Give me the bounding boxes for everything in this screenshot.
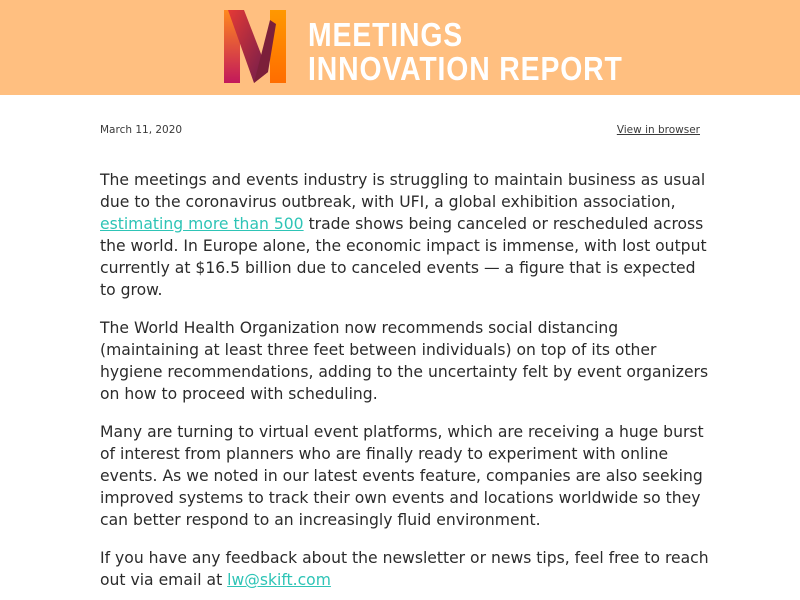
view-in-browser-link[interactable]: View in browser: [617, 124, 700, 136]
email-link[interactable]: lw@skift.com: [227, 571, 331, 589]
paragraph-4-text: If you have any feedback about the newsl…: [100, 549, 709, 589]
newsletter-date: March 11, 2020: [100, 124, 183, 136]
m-logo-icon: [224, 10, 286, 83]
logo-wordmark: MEETINGS INNOVATION REPORT: [308, 18, 674, 86]
paragraph-1-text-a: The meetings and events industry is stru…: [100, 171, 706, 211]
paragraph-4: If you have any feedback about the newsl…: [100, 547, 710, 591]
paragraph-1: The meetings and events industry is stru…: [100, 169, 710, 301]
estimating-link[interactable]: estimating more than 500: [100, 215, 304, 233]
newsletter-body: The meetings and events industry is stru…: [100, 169, 710, 600]
paragraph-3: Many are turning to virtual event platfo…: [100, 423, 704, 529]
header-banner: MEETINGS INNOVATION REPORT: [0, 0, 800, 95]
logo-line-meetings: MEETINGS: [308, 16, 464, 53]
paragraph-2: The World Health Organization now recomm…: [100, 319, 709, 403]
logo-line-innovation-report: INNOVATION REPORT: [308, 50, 623, 87]
